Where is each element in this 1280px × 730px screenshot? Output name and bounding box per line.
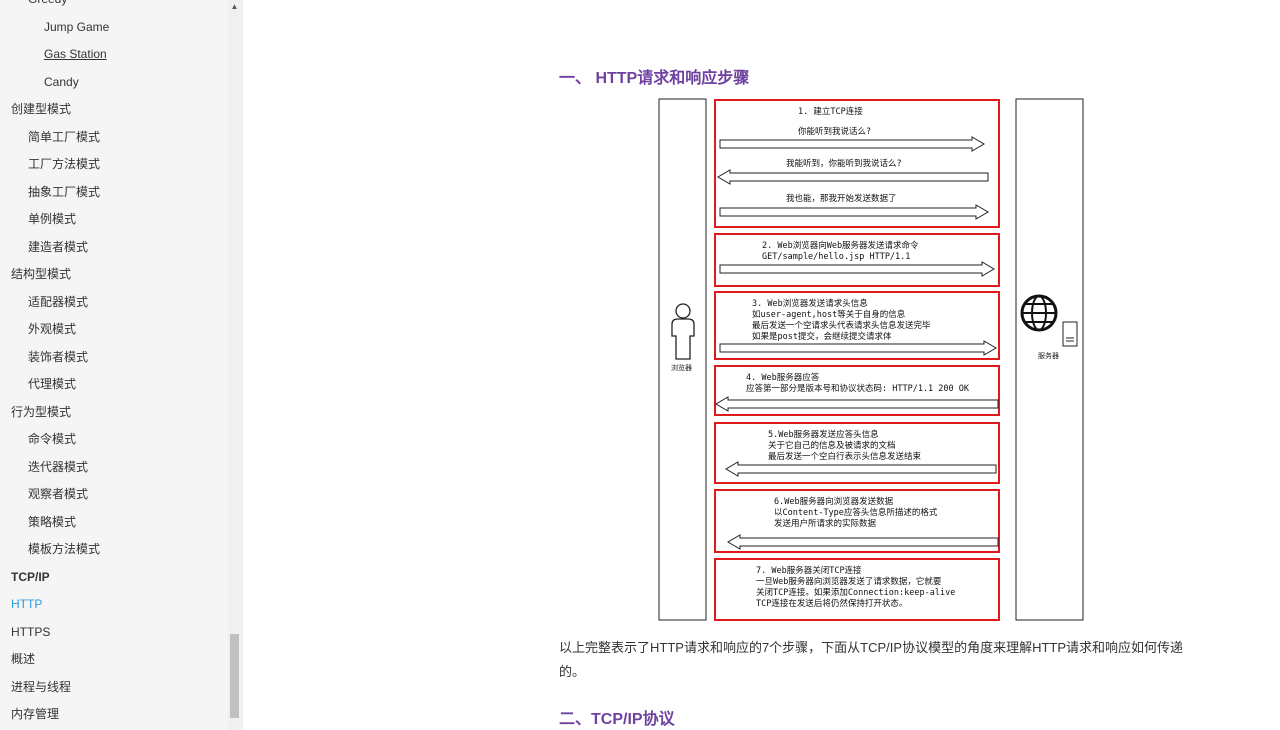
- sidebar-item-label: 创建型模式: [11, 102, 72, 116]
- step-text: TCP连接在发送后将仍然保持打开状态。: [756, 598, 907, 609]
- sidebar-item-label: TCP/IP: [11, 569, 50, 584]
- sidebar-item[interactable]: 装饰者模式: [0, 344, 228, 372]
- http-steps-diagram: 浏览器 服务器 1. 建立TCP连接你能听到我说话么? 我能听到，你能听到我说话么? 我…: [658, 98, 1084, 621]
- sidebar-item-label: 工厂方法模式: [28, 157, 101, 171]
- sidebar-item[interactable]: 观察者模式: [0, 481, 228, 509]
- step-text: 应答第一部分是版本号和协议状态码: HTTP/1.1 200 OK: [746, 383, 970, 394]
- sidebar-item-label: 代理模式: [28, 377, 77, 391]
- step-text: 发送用户所请求的实际数据: [774, 518, 877, 529]
- sidebar-item-label: Candy: [44, 74, 79, 89]
- sidebar-item-label: 适配器模式: [28, 294, 89, 309]
- sidebar-item[interactable]: HTTP: [0, 591, 228, 619]
- sidebar-scrollbar[interactable]: ▲: [228, 0, 241, 730]
- sidebar-item[interactable]: 单例模式: [0, 206, 228, 234]
- sidebar-item-label: 外观模式: [28, 322, 77, 336]
- step-text: 6.Web服务器向浏览器发送数据: [774, 496, 894, 507]
- sidebar-item[interactable]: Gas Station: [0, 41, 228, 69]
- step-text: 最后发送一个空白行表示头信息发送结束: [768, 451, 922, 462]
- sidebar-item[interactable]: 外观模式: [0, 316, 228, 344]
- step-text: 关闭TCP连接。如果添加Connection:keep-alive: [756, 587, 955, 598]
- sidebar-item[interactable]: 创建型模式: [0, 96, 228, 124]
- sidebar-item-label: Jump Game: [44, 19, 110, 34]
- sidebar-item-label: 内存管理: [11, 707, 60, 721]
- scrollbar-thumb[interactable]: [230, 634, 239, 718]
- sidebar-item-label: 建造者模式: [28, 239, 89, 254]
- section-heading-tcpip: 二、TCP/IP协议: [559, 711, 675, 728]
- step-text: 2. Web浏览器向Web服务器发送请求命令: [762, 240, 919, 251]
- step-text: 我能听到，你能听到我说话么?: [786, 158, 902, 169]
- sidebar-item-label: HTTP: [11, 597, 43, 611]
- sidebar-item[interactable]: Candy: [0, 69, 228, 97]
- sidebar-nav: Greedy Jump Game Gas Station Candy 创建型模式简单工厂…: [0, 0, 228, 729]
- sidebar-item[interactable]: 命令模式: [0, 426, 228, 454]
- sidebar-item[interactable]: 工厂方法模式: [0, 151, 228, 179]
- step-text: 1. 建立TCP连接: [798, 106, 863, 117]
- sidebar-item[interactable]: Greedy: [0, 0, 228, 14]
- step-text: GET/sample/hello.jsp HTTP/1.1: [762, 252, 910, 262]
- sidebar-item[interactable]: 迭代器模式: [0, 454, 228, 482]
- sidebar-item-label: 结构型模式: [11, 267, 72, 281]
- sidebar: Greedy Jump Game Gas Station Candy 创建型模式简单工厂…: [0, 0, 243, 730]
- sidebar-item[interactable]: 行为型模式: [0, 399, 228, 427]
- sidebar-item[interactable]: 建造者模式: [0, 234, 228, 262]
- sidebar-item[interactable]: 概述: [0, 646, 228, 674]
- step-text: 4. Web服务器应答: [746, 372, 820, 383]
- sidebar-item-label: 策略模式: [28, 514, 77, 529]
- sidebar-item-label: Greedy: [28, 0, 67, 6]
- step-text: 5.Web服务器发送应答头信息: [768, 429, 879, 440]
- paragraph: 以上完整表示了HTTP请求和响应的7个步骤，下面从TCP/IP协议模型的角度来理…: [559, 640, 1184, 679]
- sidebar-item-label: 进程与线程: [11, 679, 72, 694]
- sidebar-item[interactable]: 适配器模式: [0, 289, 228, 317]
- sidebar-item[interactable]: 结构型模式: [0, 261, 228, 289]
- sidebar-item-label: Gas Station: [44, 47, 107, 61]
- sidebar-item-label: 命令模式: [28, 432, 77, 446]
- sidebar-item-label: 装饰者模式: [28, 349, 89, 364]
- sidebar-item-label: HTTPS: [11, 624, 51, 639]
- main-content: 一、 HTTP请求和响应步骤 浏览器 服务器 1. 建立TCP连接 你能听到我说话么?…: [242, 0, 1280, 730]
- sidebar-item-label: 单例模式: [28, 212, 77, 226]
- section-heading-http-steps: 一、 HTTP请求和响应步骤: [559, 70, 750, 87]
- sidebar-item-label: 行为型模式: [11, 404, 72, 419]
- server-label: 服务器: [1038, 351, 1059, 360]
- step-text: 3. Web浏览器发送请求头信息: [752, 298, 868, 309]
- server-box-icon: [1062, 321, 1078, 347]
- step-text: 如果是post提交，会继续提交请求体: [752, 331, 892, 342]
- sidebar-item[interactable]: 策略模式: [0, 509, 228, 537]
- sidebar-item[interactable]: Jump Game: [0, 14, 228, 42]
- sidebar-item-label: 迭代器模式: [28, 459, 89, 474]
- step-text: 以Content-Type应答头信息所描述的格式: [774, 507, 938, 518]
- sidebar-item[interactable]: 简单工厂模式: [0, 124, 228, 152]
- sidebar-item[interactable]: 内存管理: [0, 701, 228, 729]
- step-text: 我也能，那我开始发送数据了: [786, 193, 897, 204]
- step-text: 7. Web服务器关闭TCP连接: [756, 565, 862, 576]
- sidebar-item-label: 模板方法模式: [28, 542, 101, 556]
- browser-person-icon: [675, 303, 691, 319]
- browser-label: 浏览器: [671, 363, 692, 372]
- sidebar-item[interactable]: HTTPS: [0, 619, 228, 647]
- sidebar-item-label: 观察者模式: [28, 487, 89, 501]
- scroll-up-arrow-icon[interactable]: ▲: [228, 0, 241, 13]
- sidebar-item[interactable]: 模板方法模式: [0, 536, 228, 564]
- sidebar-item-label: 抽象工厂模式: [28, 184, 101, 199]
- step-text: 最后发送一个空请求头代表请求头信息发送完毕: [752, 320, 931, 331]
- sidebar-item[interactable]: 进程与线程: [0, 674, 228, 702]
- sidebar-item[interactable]: 代理模式: [0, 371, 228, 399]
- sidebar-item-label: 简单工厂模式: [28, 129, 101, 144]
- sidebar-item[interactable]: 抽象工厂模式: [0, 179, 228, 207]
- step-text: 你能听到我说话么?: [798, 126, 871, 137]
- sidebar-item[interactable]: TCP/IP: [0, 564, 228, 592]
- step-text: 一旦Web服务器向浏览器发送了请求数据，它就要: [756, 576, 942, 587]
- step-text: 关于它自己的信息及被请求的文档: [768, 440, 896, 451]
- sidebar-item-label: 概述: [11, 652, 36, 666]
- step-text: 如user-agent,host等关于自身的信息: [752, 309, 906, 320]
